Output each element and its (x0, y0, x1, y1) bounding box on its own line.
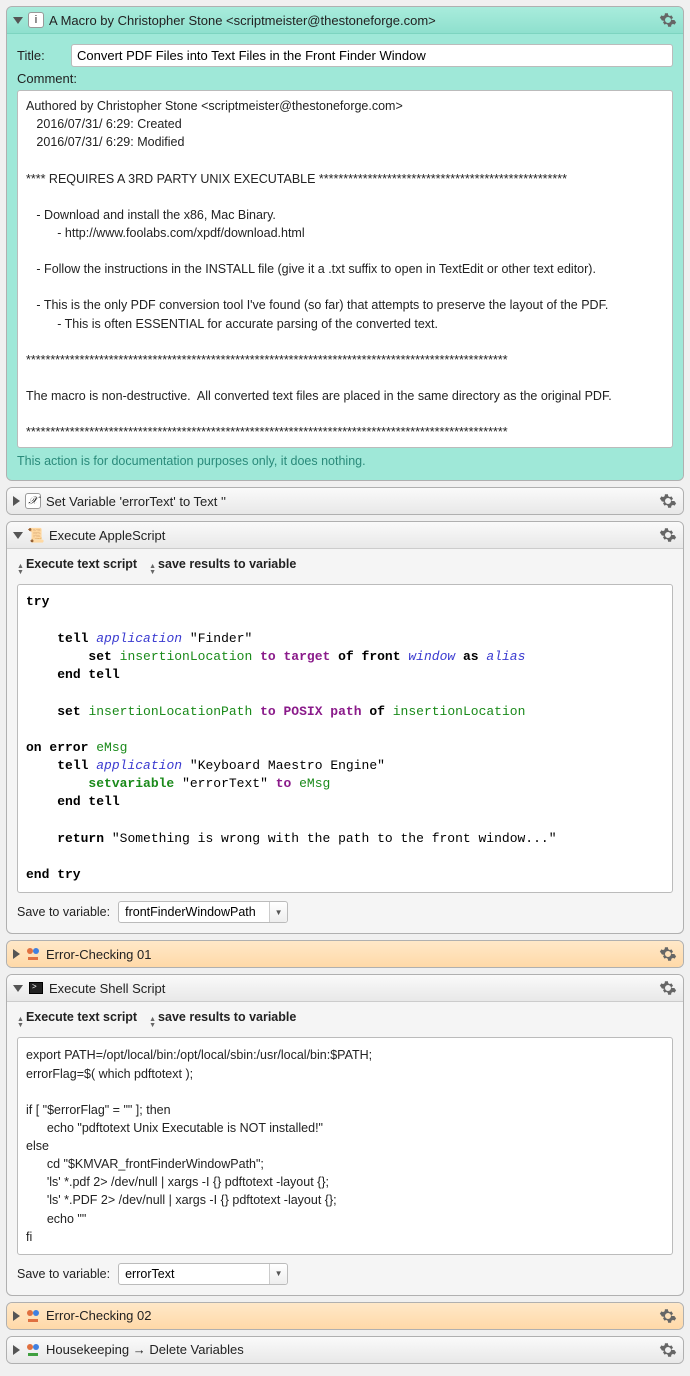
applescript-icon: 📜 (28, 527, 44, 543)
gear-icon[interactable] (659, 945, 677, 963)
group-icon (25, 946, 41, 962)
applescript-action: 📜 Execute AppleScript ▲▼Execute text scr… (6, 521, 684, 934)
stepper-icon: ▲▼ (17, 1017, 24, 1029)
info-icon: i (28, 12, 44, 28)
housekeeping-title: Housekeeping → Delete Variables (46, 1342, 654, 1357)
gear-icon[interactable] (659, 526, 677, 544)
disclosure-triangle-icon[interactable] (13, 1311, 20, 1321)
terminal-icon (28, 980, 44, 996)
title-input[interactable] (71, 44, 673, 67)
shell-action: Execute Shell Script ▲▼Execute text scri… (6, 974, 684, 1295)
comment-header-title: A Macro by Christopher Stone <scriptmeis… (49, 13, 654, 28)
save-label: Save to variable: (17, 905, 110, 919)
gear-icon[interactable] (659, 1307, 677, 1325)
set-variable-action: 𝒳 Set Variable 'errorText' to Text '' (6, 487, 684, 515)
set-variable-title: Set Variable 'errorText' to Text '' (46, 494, 654, 509)
housekeeping-action: Housekeeping → Delete Variables (6, 1336, 684, 1364)
group-icon (25, 1342, 41, 1358)
shell-title: Execute Shell Script (49, 981, 654, 996)
error-checking-2-action: Error-Checking 02 (6, 1302, 684, 1330)
disclosure-triangle-icon[interactable] (13, 496, 20, 506)
chevron-down-icon[interactable]: ▼ (269, 1264, 287, 1284)
gear-icon[interactable] (659, 979, 677, 997)
variable-icon: 𝒳 (25, 493, 41, 509)
script-type-select[interactable]: ▲▼Execute text script (17, 1010, 137, 1029)
applescript-title: Execute AppleScript (49, 528, 654, 543)
applescript-body: ▲▼Execute text script ▲▼save results to … (7, 549, 683, 933)
shell-header[interactable]: Execute Shell Script (7, 975, 683, 1002)
error-checking-1-title: Error-Checking 01 (46, 947, 654, 962)
disclosure-triangle-icon[interactable] (13, 17, 23, 24)
doc-note: This action is for documentation purpose… (17, 448, 673, 470)
applescript-code[interactable]: try tell application "Finder" set insert… (17, 584, 673, 893)
shell-body: ▲▼Execute text script ▲▼save results to … (7, 1002, 683, 1294)
group-icon (25, 1308, 41, 1324)
gear-icon[interactable] (659, 492, 677, 510)
disclosure-triangle-icon[interactable] (13, 1345, 20, 1355)
save-variable-input[interactable] (118, 1263, 288, 1285)
error-checking-2-title: Error-Checking 02 (46, 1308, 654, 1323)
result-handling-select[interactable]: ▲▼save results to variable (149, 557, 296, 576)
result-handling-select[interactable]: ▲▼save results to variable (149, 1010, 296, 1029)
error-checking-2-header[interactable]: Error-Checking 02 (7, 1303, 683, 1329)
error-checking-1-action: Error-Checking 01 (6, 940, 684, 968)
disclosure-triangle-icon[interactable] (13, 949, 20, 959)
housekeeping-header[interactable]: Housekeeping → Delete Variables (7, 1337, 683, 1363)
disclosure-triangle-icon[interactable] (13, 532, 23, 539)
save-label: Save to variable: (17, 1267, 110, 1281)
error-checking-1-header[interactable]: Error-Checking 01 (7, 941, 683, 967)
comment-action: i A Macro by Christopher Stone <scriptme… (6, 6, 684, 481)
comment-body: Title: Comment: Authored by Christopher … (7, 34, 683, 480)
script-type-select[interactable]: ▲▼Execute text script (17, 557, 137, 576)
shell-code[interactable]: export PATH=/opt/local/bin:/opt/local/sb… (17, 1037, 673, 1254)
comment-textarea[interactable]: Authored by Christopher Stone <scriptmei… (17, 90, 673, 448)
gear-icon[interactable] (659, 1341, 677, 1359)
title-label: Title: (17, 48, 63, 63)
disclosure-triangle-icon[interactable] (13, 985, 23, 992)
comment-header[interactable]: i A Macro by Christopher Stone <scriptme… (7, 7, 683, 34)
stepper-icon: ▲▼ (17, 564, 24, 576)
stepper-icon: ▲▼ (149, 1017, 156, 1029)
save-variable-input[interactable] (118, 901, 288, 923)
stepper-icon: ▲▼ (149, 564, 156, 576)
set-variable-header[interactable]: 𝒳 Set Variable 'errorText' to Text '' (7, 488, 683, 514)
applescript-header[interactable]: 📜 Execute AppleScript (7, 522, 683, 549)
gear-icon[interactable] (659, 11, 677, 29)
comment-label: Comment: (17, 71, 77, 86)
chevron-down-icon[interactable]: ▼ (269, 902, 287, 922)
